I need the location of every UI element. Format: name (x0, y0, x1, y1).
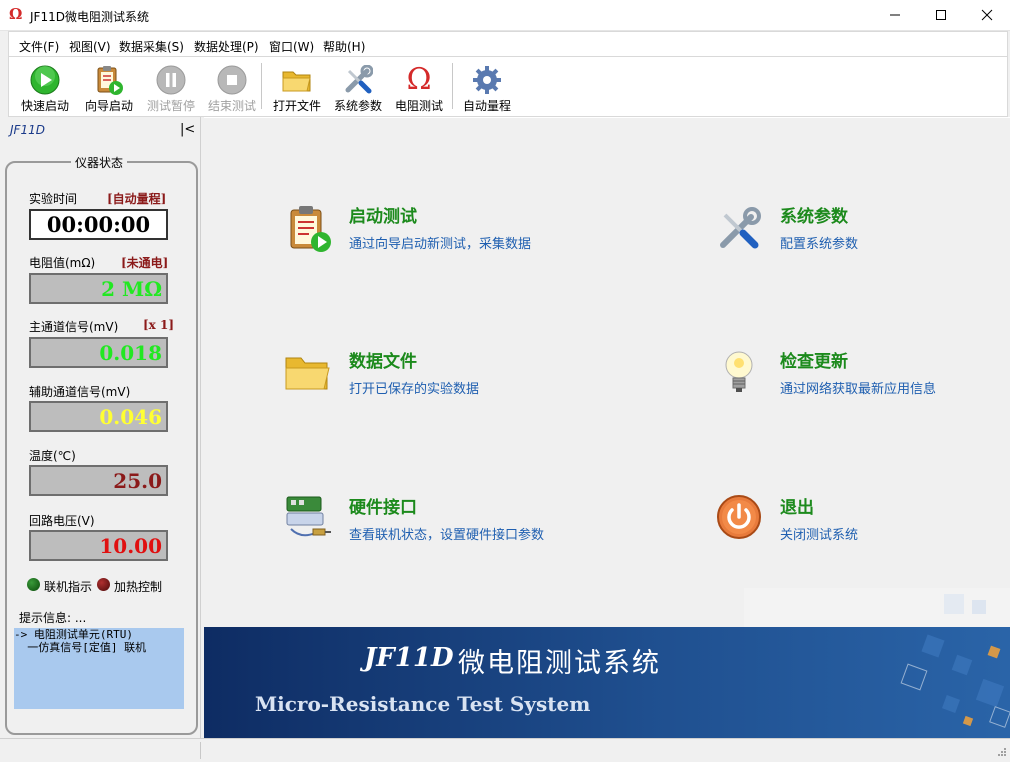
wrench-screwdriver-icon (342, 64, 374, 96)
banner-product-code: JF11D (364, 643, 454, 673)
pane-title: JF11D (10, 123, 45, 137)
maximize-icon (936, 10, 946, 20)
menu-help[interactable]: 帮助(H) (323, 38, 365, 55)
temperature-display: 25.0 (29, 465, 168, 496)
wizard-start-label: 向导启动 (84, 99, 133, 113)
hardware-title[interactable]: 硬件接口 (349, 493, 417, 518)
menu-data-processing[interactable]: 数据处理(P) (194, 38, 259, 55)
temperature-label: 温度(℃) (29, 449, 76, 463)
minimize-button[interactable] (872, 0, 918, 30)
stop-icon (216, 64, 248, 96)
menu-bar: 文件(F) 视图(V) 数据采集(S) 数据处理(P) 窗口(W) 帮助(H) (8, 31, 1008, 56)
maximize-button[interactable] (918, 0, 964, 30)
omega-icon: Ω (406, 62, 432, 97)
pause-label: 测试暂停 (146, 99, 195, 113)
banner-decoration (900, 634, 1010, 728)
menu-window[interactable]: 窗口(W) (269, 38, 314, 55)
time-label: 实验时间 (29, 192, 78, 206)
resistance-test-button[interactable]: Ω 电阻测试 (387, 57, 451, 114)
resistance-label: 电阻值(mΩ) (29, 256, 96, 270)
open-file-button[interactable]: 打开文件 (265, 57, 329, 114)
sys-params-desc[interactable]: 配置系统参数 (780, 233, 858, 252)
power-icon[interactable] (713, 491, 765, 543)
aux-signal-label: 辅助通道信号(mV) (29, 385, 131, 399)
instrument-status-pane: JF11D |< 仪器状态 实验时间 [自动量程] 00:00:00 电阻值(m… (0, 117, 200, 738)
tip-label: 提示信息: ... (19, 611, 87, 625)
close-icon (981, 9, 993, 21)
pause-button[interactable]: 测试暂停 (139, 57, 203, 114)
title-bar: Ω JF11D微电阻测试系统 (0, 0, 1010, 31)
hardware-interface-icon[interactable] (282, 491, 334, 543)
toolbar: 快速启动 向导启动 测试暂停 结束测试 打开文件 系统参数 Ω 电阻测试 自动量… (8, 56, 1008, 117)
product-banner: JF11D 微电阻测试系统 Micro-Resistance Test Syst… (204, 627, 1010, 738)
log-line: 一仿真信号[定值] 联机 (14, 641, 147, 654)
log-output: -> 电阻测试单元(RTU) 一仿真信号[定值] 联机 (14, 628, 184, 709)
power-status-tag: [未通电] (121, 256, 169, 270)
quick-start-label: 快速启动 (20, 99, 69, 113)
loop-voltage-label: 回路电压(V) (29, 514, 95, 528)
resize-grip-icon[interactable] (995, 747, 1007, 759)
toolbar-separator (261, 63, 262, 109)
heat-control-label: 加热控制 (114, 580, 163, 594)
stop-button[interactable]: 结束测试 (200, 57, 264, 114)
main-signal-display: 0.018 (29, 337, 168, 368)
aux-signal-display: 0.046 (29, 401, 168, 432)
sys-params-label: 系统参数 (333, 99, 382, 113)
folder-icon[interactable] (282, 346, 334, 398)
data-file-title[interactable]: 数据文件 (349, 347, 417, 372)
stop-label: 结束测试 (207, 99, 256, 113)
open-file-label: 打开文件 (272, 99, 321, 113)
exit-desc[interactable]: 关闭测试系统 (780, 524, 858, 543)
collapse-pane-button[interactable]: |< (180, 122, 195, 137)
gain-tag: [x 1] (143, 318, 175, 332)
log-line: -> 电阻测试单元(RTU) (14, 628, 133, 641)
menu-view[interactable]: 视图(V) (69, 38, 111, 55)
auto-range-button[interactable]: 自动量程 (455, 57, 519, 114)
wizard-start-button[interactable]: 向导启动 (77, 57, 141, 114)
hardware-desc[interactable]: 查看联机状态，设置硬件接口参数 (349, 524, 544, 543)
quick-start-button[interactable]: 快速启动 (13, 57, 77, 114)
link-indicator-label: 联机指示 (44, 580, 93, 594)
gear-icon (471, 64, 503, 96)
banner-product-name-en: Micro-Resistance Test System (255, 692, 591, 716)
sys-params-title[interactable]: 系统参数 (780, 202, 848, 227)
start-test-desc[interactable]: 通过向导启动新测试，采集数据 (349, 233, 531, 252)
sys-params-button[interactable]: 系统参数 (326, 57, 390, 114)
minimize-icon (890, 14, 900, 16)
pause-icon (155, 64, 187, 96)
clipboard-play-icon (93, 64, 125, 96)
resistance-test-label: 电阻测试 (394, 99, 443, 113)
start-test-title[interactable]: 启动测试 (349, 202, 417, 227)
main-signal-label: 主通道信号(mV) (29, 320, 119, 334)
data-file-desc[interactable]: 打开已保存的实验数据 (349, 378, 479, 397)
loop-voltage-display: 10.00 (29, 530, 168, 561)
play-icon (29, 64, 61, 96)
status-separator (200, 742, 201, 759)
exit-title[interactable]: 退出 (780, 493, 814, 518)
close-button[interactable] (964, 0, 1010, 30)
decorative-pattern (744, 588, 1010, 628)
resistance-display: 2 MΩ (29, 273, 168, 304)
menu-data-acquisition[interactable]: 数据采集(S) (119, 38, 184, 55)
time-display: 00:00:00 (29, 209, 168, 240)
app-omega-icon: Ω (9, 5, 23, 23)
heat-control-led (97, 578, 110, 591)
toolbar-separator (452, 63, 453, 109)
lightbulb-icon[interactable] (713, 346, 765, 398)
status-bar (0, 738, 1010, 762)
menu-file[interactable]: 文件(F) (19, 38, 59, 55)
folder-icon (281, 64, 313, 96)
clipboard-play-icon[interactable] (284, 203, 336, 255)
wrench-screwdriver-icon[interactable] (713, 203, 765, 255)
banner-product-name-cn: 微电阻测试系统 (458, 648, 661, 679)
check-update-title[interactable]: 检查更新 (780, 347, 848, 372)
auto-range-label: 自动量程 (462, 99, 511, 113)
auto-range-tag: [自动量程] (107, 192, 167, 206)
group-title: 仪器状态 (71, 154, 128, 171)
check-update-desc[interactable]: 通过网络获取最新应用信息 (780, 378, 936, 397)
link-indicator-led (27, 578, 40, 591)
window-title: JF11D微电阻测试系统 (30, 10, 149, 24)
